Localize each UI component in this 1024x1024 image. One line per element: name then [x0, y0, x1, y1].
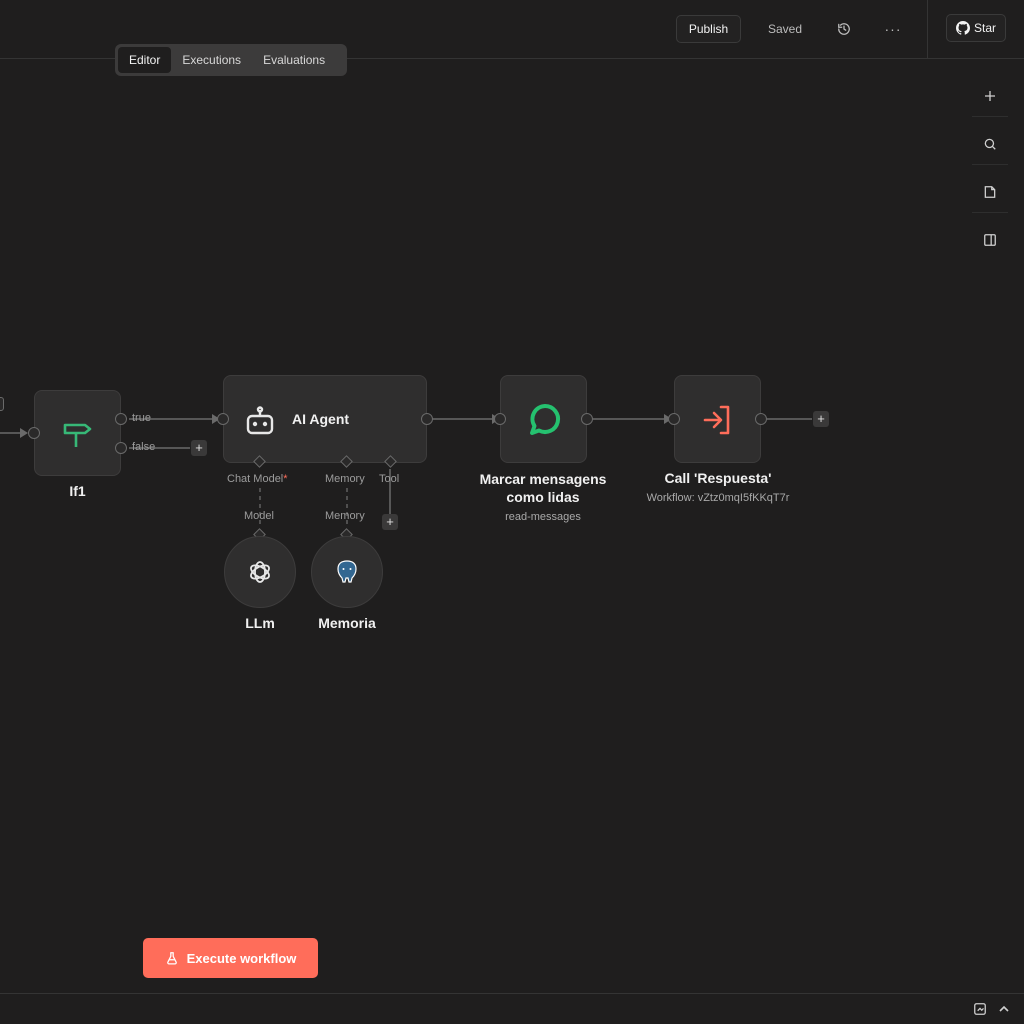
- memoria-node[interactable]: [311, 536, 383, 608]
- flask-icon: [166, 952, 177, 965]
- add-after-false-button[interactable]: +: [191, 440, 207, 456]
- agent-output-handle[interactable]: [421, 413, 433, 425]
- logs-icon: [974, 1003, 986, 1015]
- tool-port-label: Tool: [379, 473, 400, 485]
- openai-icon: [250, 561, 270, 583]
- if-node[interactable]: [34, 390, 121, 476]
- chat-model-port-label: Chat Model*: [227, 473, 288, 485]
- ai-agent-title: AI Agent: [292, 411, 350, 427]
- required-marker: *: [283, 473, 288, 485]
- logs-toggle-button[interactable]: [973, 1002, 989, 1018]
- memoria-node-label: Memoria: [318, 615, 376, 631]
- expand-panel-button[interactable]: [998, 1002, 1014, 1018]
- call-node-workflow: Workflow: vZtz0mqI5fKKqT7r: [646, 492, 790, 504]
- llm-model-label: Model: [244, 510, 274, 522]
- call-respuesta-node[interactable]: [674, 375, 761, 463]
- signpost-icon: [63, 423, 92, 447]
- llm-node-label: LLm: [245, 615, 275, 631]
- false-output-label: false: [132, 441, 156, 453]
- add-after-call-button[interactable]: +: [813, 411, 829, 427]
- memory-port-label: Memory: [325, 473, 365, 485]
- if-node-label: If1: [69, 483, 86, 499]
- chevron-up-icon: [999, 1005, 1009, 1012]
- true-output-label: true: [132, 412, 151, 424]
- execute-workflow-label: Execute workflow: [186, 950, 297, 966]
- marcar-node-operation: read-messages: [505, 511, 581, 523]
- postgres-icon: [337, 560, 357, 583]
- memoria-memory-label: Memory: [325, 510, 365, 522]
- if-true-handle[interactable]: [115, 413, 127, 425]
- chat-bubble-icon: [530, 403, 561, 435]
- marcar-node-label: Marcar mensagens como lidas: [479, 471, 607, 505]
- offscreen-node-handle: [0, 397, 4, 411]
- agent-input-handle[interactable]: [217, 413, 229, 425]
- if-input-handle[interactable]: [28, 427, 40, 439]
- marcar-input-handle[interactable]: [494, 413, 506, 425]
- marcar-output-handle[interactable]: [581, 413, 593, 425]
- call-node-label: Call 'Respuesta': [664, 470, 772, 486]
- marcar-mensagens-node[interactable]: [500, 375, 587, 463]
- ai-agent-node[interactable]: AI Agent: [223, 375, 427, 463]
- robot-icon: [246, 406, 274, 435]
- execute-workflow-button[interactable]: Execute workflow: [143, 938, 318, 978]
- call-output-handle[interactable]: [755, 413, 767, 425]
- sign-in-icon: [703, 405, 730, 435]
- if-false-handle[interactable]: [115, 442, 127, 454]
- llm-node[interactable]: [224, 536, 296, 608]
- call-input-handle[interactable]: [668, 413, 680, 425]
- bottom-bar: [0, 993, 1024, 1024]
- arrow-head: [20, 428, 28, 438]
- add-tool-button[interactable]: +: [382, 514, 398, 530]
